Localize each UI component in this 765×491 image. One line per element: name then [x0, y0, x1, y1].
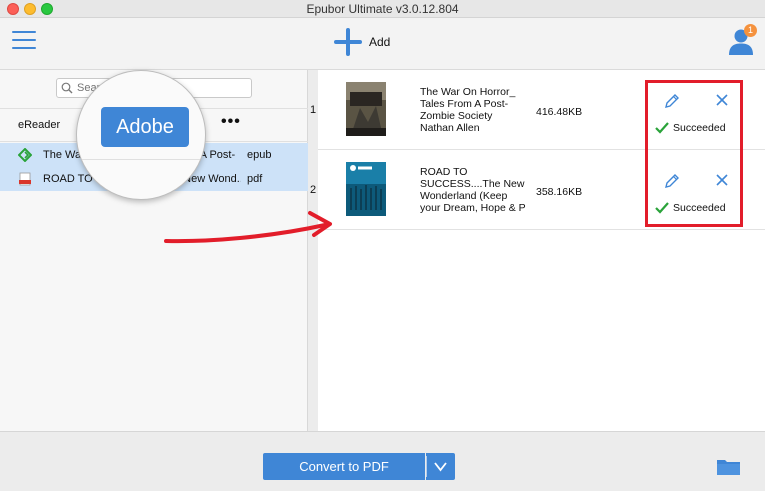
chevron-down-icon	[426, 456, 447, 477]
book-title: The War On Horror_ Tales From A Post- Zo…	[420, 86, 516, 134]
file-type: epub	[247, 149, 272, 161]
book-title: ROAD TO SUCCESS....The New Wonderland (K…	[420, 166, 526, 214]
magnifier-callout: Adobe	[76, 70, 206, 200]
row-number: 2	[310, 184, 317, 196]
bottom-bar: Convert to PDF	[0, 431, 765, 491]
pdf-file-icon	[19, 172, 31, 186]
title-bar: Epubor Ultimate v3.0.12.804	[0, 0, 765, 18]
adobe-tab-button[interactable]: Adobe	[101, 107, 189, 147]
user-account-icon[interactable]: 1	[727, 24, 757, 56]
hamburger-menu-icon[interactable]	[12, 31, 36, 51]
file-size: 416.48KB	[536, 106, 583, 118]
open-folder-icon[interactable]	[716, 457, 741, 476]
window-title: Epubor Ultimate v3.0.12.804	[306, 2, 459, 16]
tab-ereader[interactable]: eReader	[18, 119, 60, 131]
plus-icon	[333, 27, 363, 57]
app-window: Epubor Ultimate v3.0.12.804 Add 1 Search…	[0, 0, 765, 491]
more-tabs-button[interactable]: •••	[221, 113, 241, 131]
red-arrow-annotation	[164, 211, 332, 244]
convert-to-pdf-button[interactable]: Convert to PDF	[263, 453, 425, 480]
book-cover-image	[346, 162, 386, 216]
output-format-dropdown[interactable]	[426, 453, 455, 480]
epub-file-icon	[18, 148, 32, 162]
file-size: 358.16KB	[536, 186, 583, 198]
toolbar: Add 1	[0, 18, 765, 70]
add-button[interactable]: Add	[333, 27, 390, 57]
notification-badge: 1	[744, 24, 757, 37]
row-number: 1	[310, 104, 317, 116]
book-cover-image	[346, 82, 386, 136]
file-type: pdf	[247, 173, 263, 185]
status-highlight-box	[645, 80, 743, 227]
search-icon	[61, 82, 73, 94]
add-label: Add	[369, 35, 391, 49]
